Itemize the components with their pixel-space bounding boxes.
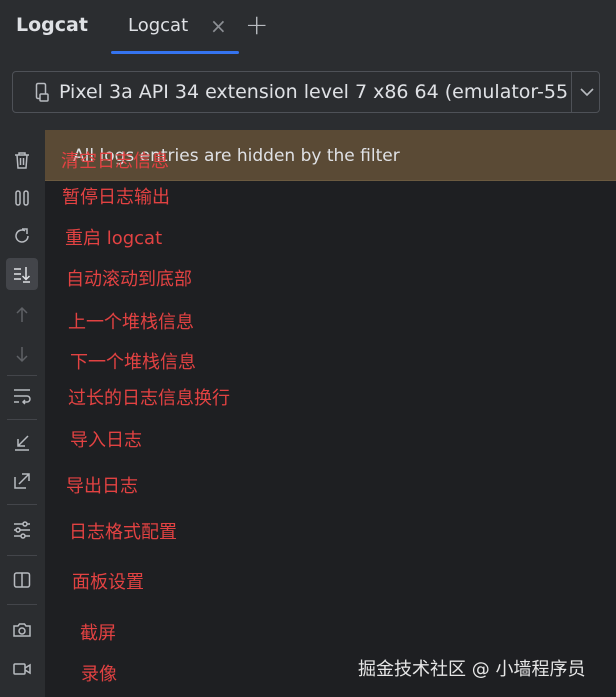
- soft-wrap-icon: [14, 389, 31, 405]
- annotation-wrap: 过长的日志信息换行: [68, 388, 230, 409]
- tab-logcat[interactable]: Logcat ×: [110, 0, 240, 56]
- annotation-export: 导出日志: [66, 476, 138, 497]
- annotation-prev-stack: 上一个堆栈信息: [68, 312, 194, 333]
- chevron-down-icon[interactable]: [571, 72, 602, 112]
- clear-logcat-button[interactable]: [6, 144, 38, 176]
- tool-window-header: Logcat Logcat × +: [0, 0, 616, 56]
- annotation-autoscroll: 自动滚动到底部: [66, 269, 192, 290]
- arrow-up-icon: [16, 306, 28, 322]
- export-logs-button[interactable]: [6, 465, 38, 497]
- annotation-format: 日志格式配置: [69, 522, 177, 543]
- arrow-down-icon: [16, 347, 28, 363]
- tab-selected-indicator: [111, 51, 239, 54]
- toolbar-divider: [7, 419, 37, 420]
- tool-window-title: Logcat: [16, 14, 88, 36]
- import-icon: [15, 435, 29, 451]
- export-icon: [14, 473, 30, 489]
- import-logs-button[interactable]: [6, 426, 38, 458]
- add-tab-button[interactable]: +: [245, 8, 268, 41]
- scroll-to-end-icon: [14, 267, 31, 283]
- camera-icon: [13, 623, 31, 637]
- soft-wrap-button[interactable]: [6, 380, 38, 412]
- toolbar-divider: [7, 504, 37, 505]
- pause-button[interactable]: [6, 182, 38, 214]
- annotation-next-stack: 下一个堆栈信息: [70, 352, 196, 373]
- device-selector[interactable]: Pixel 3a API 34 extension level 7 x86 64…: [12, 71, 600, 113]
- annotation-restart: 重启 logcat: [65, 228, 163, 249]
- screen-record-button[interactable]: [6, 653, 38, 685]
- format-config-button[interactable]: [6, 514, 38, 546]
- restart-icon: [15, 228, 29, 243]
- logcat-toolbar: [0, 130, 45, 697]
- restart-button[interactable]: [6, 220, 38, 252]
- watermark: 掘金技术社区 @ 小墙程序员: [358, 659, 586, 680]
- toolbar-divider: [7, 555, 37, 556]
- panel-settings-button[interactable]: [6, 564, 38, 596]
- annotation-pause: 暂停日志输出: [62, 187, 170, 208]
- log-output-panel[interactable]: All logs entries are hidden by the filte…: [45, 130, 616, 697]
- toolbar-divider: [7, 604, 37, 605]
- trash-icon: [15, 152, 29, 169]
- device-phone-icon: [35, 82, 49, 102]
- scroll-to-end-button[interactable]: [6, 258, 38, 290]
- tab-label: Logcat: [128, 15, 189, 36]
- screenshot-button[interactable]: [6, 614, 38, 646]
- previous-stacktrace-button[interactable]: [6, 299, 38, 331]
- pause-icon: [15, 190, 29, 206]
- annotation-import: 导入日志: [70, 430, 142, 451]
- toolbar-divider: [7, 375, 37, 376]
- annotation-panel: 面板设置: [72, 572, 144, 593]
- close-icon[interactable]: ×: [210, 14, 227, 38]
- device-selector-value: Pixel 3a API 34 extension level 7 x86 64…: [59, 81, 567, 103]
- annotation-screenshot: 截屏: [80, 623, 116, 644]
- panel-split-icon: [13, 572, 31, 588]
- annotation-record: 录像: [81, 664, 117, 685]
- video-icon: [13, 663, 31, 675]
- next-stacktrace-button[interactable]: [6, 338, 38, 370]
- sliders-icon: [14, 521, 30, 539]
- annotation-clear: 清空日志信息: [61, 151, 169, 172]
